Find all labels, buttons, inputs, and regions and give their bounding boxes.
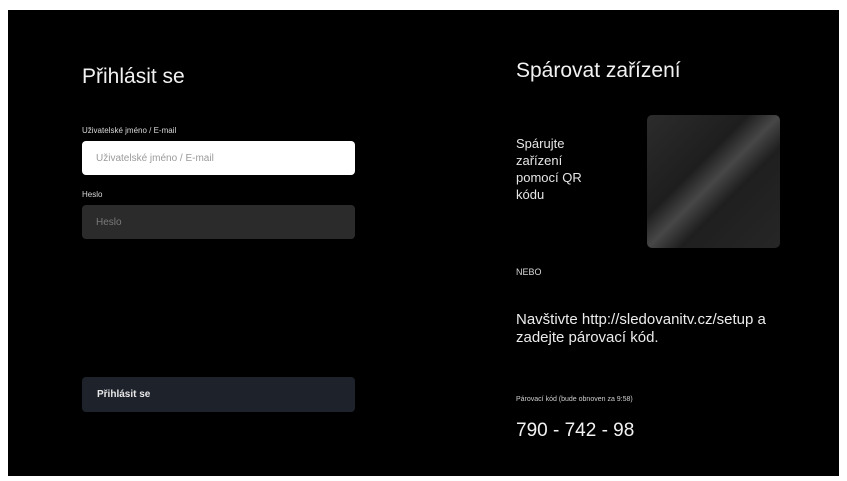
qr-instructions: Spárujte zařízení pomocí QR kódu — [516, 136, 582, 202]
or-separator: NEBO — [516, 267, 542, 277]
username-input[interactable] — [82, 141, 355, 175]
username-label: Uživatelské jméno / E-mail — [82, 126, 177, 135]
login-title: Přihlásit se — [82, 65, 185, 88]
pairing-code: 790 - 742 - 98 — [516, 420, 635, 441]
pairing-code-label: Párovací kód (bude obnoven za 9:58) — [516, 396, 633, 403]
password-label: Heslo — [82, 190, 103, 199]
qr-code-image — [647, 115, 780, 248]
pairing-panel: Spárovat zařízení Spárujte zařízení pomo… — [428, 10, 839, 476]
login-button[interactable]: Přihlásit se — [82, 377, 355, 412]
tv-login-screen: Přihlásit se Uživatelské jméno / E-mail … — [8, 10, 839, 476]
setup-url-instructions: Navštivte http://sledovanitv.cz/setup a … — [516, 311, 766, 346]
password-input[interactable] — [82, 205, 355, 239]
pairing-title: Spárovat zařízení — [516, 59, 681, 82]
login-panel: Přihlásit se Uživatelské jméno / E-mail … — [8, 10, 428, 476]
